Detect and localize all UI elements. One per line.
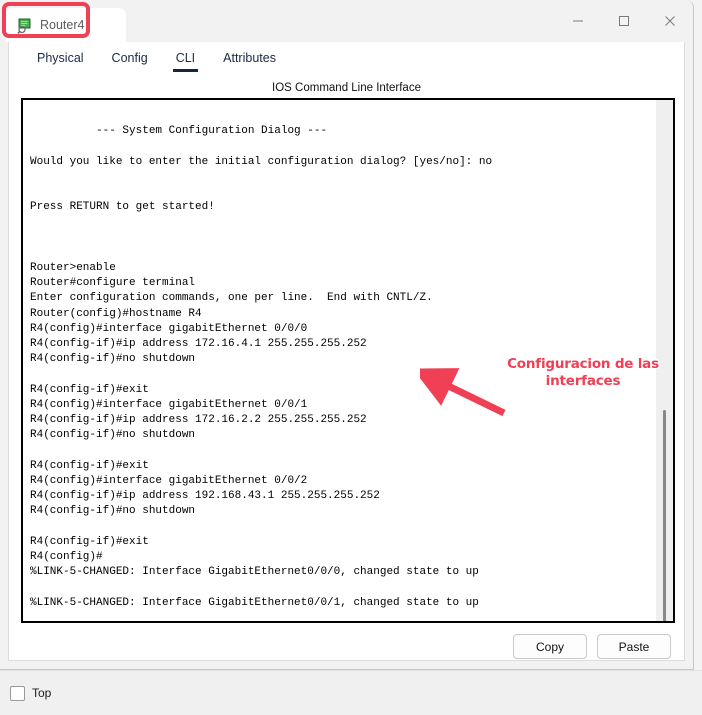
window-tabstrip: Router4 bbox=[0, 0, 126, 42]
tab-cli[interactable]: CLI bbox=[162, 51, 209, 72]
tab-attributes[interactable]: Attributes bbox=[209, 51, 290, 72]
close-icon[interactable] bbox=[647, 0, 693, 42]
cli-terminal-frame: --- System Configuration Dialog --- Woul… bbox=[21, 98, 675, 623]
tab-config[interactable]: Config bbox=[98, 51, 162, 72]
cli-scrollbar-thumb[interactable] bbox=[663, 410, 666, 621]
window-tab-label: Router4 bbox=[40, 18, 85, 32]
copy-button[interactable]: Copy bbox=[513, 634, 587, 659]
minimize-icon[interactable] bbox=[555, 0, 601, 42]
top-checkbox[interactable] bbox=[10, 685, 25, 701]
device-tabs: Physical Config CLI Attributes bbox=[9, 42, 684, 72]
window-content: Physical Config CLI Attributes IOS Comma… bbox=[8, 42, 685, 661]
maximize-icon[interactable] bbox=[601, 0, 647, 42]
section-title: IOS Command Line Interface bbox=[272, 82, 421, 94]
paste-button[interactable]: Paste bbox=[597, 634, 671, 659]
cli-scrollbar[interactable] bbox=[656, 100, 673, 621]
window-controls bbox=[555, 0, 693, 42]
tab-physical[interactable]: Physical bbox=[23, 51, 98, 72]
router-icon bbox=[16, 17, 33, 34]
clipboard-button-row: Copy Paste bbox=[513, 634, 671, 659]
page-root: Router4 Physical Config CLI Attributes I… bbox=[0, 0, 702, 715]
window-titlebar: Router4 bbox=[0, 0, 693, 42]
window-tab-router4[interactable]: Router4 bbox=[6, 8, 126, 42]
top-checkbox-label: Top bbox=[32, 686, 52, 700]
router-config-window: Router4 Physical Config CLI Attributes I… bbox=[0, 0, 694, 670]
cli-terminal-output[interactable]: --- System Configuration Dialog --- Woul… bbox=[23, 100, 656, 621]
bottom-statusbar: Top bbox=[0, 670, 702, 715]
